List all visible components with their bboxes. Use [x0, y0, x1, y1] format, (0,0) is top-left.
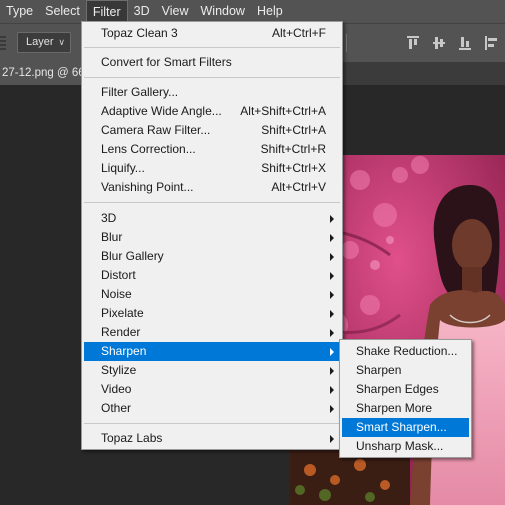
menu-item-distort[interactable]: Distort	[84, 266, 340, 285]
align-top-icon[interactable]	[401, 32, 427, 54]
menu-item-label: Pixelate	[101, 306, 144, 320]
menu-item-topaz-clean-3[interactable]: Topaz Clean 3 Alt+Ctrl+F	[84, 24, 340, 43]
menu-item-blur-gallery[interactable]: Blur Gallery	[84, 247, 340, 266]
sharpen-submenu: Shake Reduction... Sharpen Sharpen Edges…	[339, 339, 472, 458]
menu-item-vanishing-point[interactable]: Vanishing Point... Alt+Ctrl+V	[84, 178, 340, 197]
menu-item-filter-gallery[interactable]: Filter Gallery...	[84, 83, 340, 102]
menu-item-label: Topaz Clean 3	[101, 26, 178, 40]
submenu-arrow-icon	[330, 348, 334, 356]
align-left-icon[interactable]	[479, 32, 505, 54]
align-buttons	[401, 32, 505, 54]
menu-item-shortcut: Alt+Ctrl+V	[271, 180, 326, 194]
align-vertical-center-icon[interactable]	[427, 32, 453, 54]
menu-item-stylize[interactable]: Stylize	[84, 361, 340, 380]
submenu-arrow-icon	[330, 234, 334, 242]
menu-item-label: Camera Raw Filter...	[101, 123, 211, 137]
menu-item-3d[interactable]: 3D	[84, 209, 340, 228]
submenu-item-shake-reduction[interactable]: Shake Reduction...	[342, 342, 469, 361]
submenu-arrow-icon	[330, 435, 334, 443]
menu-3d[interactable]: 3D	[128, 0, 156, 23]
menu-item-other[interactable]: Other	[84, 399, 340, 418]
menu-item-video[interactable]: Video	[84, 380, 340, 399]
filter-menu: Topaz Clean 3 Alt+Ctrl+F Convert for Sma…	[81, 21, 343, 450]
menu-divider	[84, 47, 340, 48]
menu-item-label: Blur Gallery	[101, 249, 164, 263]
menu-help[interactable]: Help	[251, 0, 289, 23]
menu-item-pixelate[interactable]: Pixelate	[84, 304, 340, 323]
align-bottom-icon[interactable]	[453, 32, 479, 54]
menu-item-label: Lens Correction...	[101, 142, 196, 156]
menu-item-shortcut: Shift+Ctrl+R	[260, 142, 326, 156]
submenu-arrow-icon	[330, 310, 334, 318]
submenu-arrow-icon	[330, 329, 334, 337]
menu-bar: Type Select Filter 3D View Window Help	[0, 0, 505, 23]
menu-view[interactable]: View	[156, 0, 195, 23]
menu-item-render[interactable]: Render	[84, 323, 340, 342]
menu-type[interactable]: Type	[0, 0, 39, 23]
submenu-arrow-icon	[330, 272, 334, 280]
chevron-down-icon: ∨	[58, 37, 65, 47]
menu-item-label: Vanishing Point...	[101, 180, 194, 194]
menu-item-label: Sharpen Edges	[356, 382, 439, 396]
divider	[346, 34, 347, 52]
menu-divider	[84, 423, 340, 424]
menu-item-label: Other	[101, 401, 132, 415]
menu-item-label: Noise	[101, 287, 132, 301]
submenu-arrow-icon	[330, 386, 334, 394]
submenu-arrow-icon	[330, 253, 334, 261]
submenu-arrow-icon	[330, 367, 334, 375]
menu-item-shortcut: Alt+Ctrl+F	[271, 26, 326, 40]
menu-item-label: Distort	[101, 268, 136, 282]
menu-item-noise[interactable]: Noise	[84, 285, 340, 304]
menu-item-label: Shake Reduction...	[356, 344, 458, 358]
menu-item-label: Stylize	[101, 363, 137, 377]
menu-item-label: Blur	[101, 230, 123, 244]
auto-select-dropdown[interactable]: Layer ∨	[17, 32, 71, 53]
menu-item-label: Sharpen More	[356, 401, 433, 415]
menu-item-shortcut: Alt+Shift+Ctrl+A	[240, 104, 326, 118]
auto-select-value: Layer	[26, 36, 54, 48]
submenu-item-smart-sharpen[interactable]: Smart Sharpen...	[342, 418, 469, 437]
menu-item-label: Topaz Labs	[101, 431, 163, 445]
menu-item-camera-raw-filter[interactable]: Camera Raw Filter... Shift+Ctrl+A	[84, 121, 340, 140]
menu-item-adaptive-wide-angle[interactable]: Adaptive Wide Angle... Alt+Shift+Ctrl+A	[84, 102, 340, 121]
menu-item-label: Convert for Smart Filters	[101, 55, 232, 69]
submenu-item-sharpen-edges[interactable]: Sharpen Edges	[342, 380, 469, 399]
menu-filter[interactable]: Filter	[85, 0, 128, 23]
document-tab[interactable]: 27-12.png @ 66	[0, 62, 83, 85]
menu-item-label: Filter Gallery...	[101, 85, 179, 99]
menu-item-sharpen[interactable]: Sharpen	[84, 342, 340, 361]
menu-item-label: Video	[101, 382, 132, 396]
menu-item-liquify[interactable]: Liquify... Shift+Ctrl+X	[84, 159, 340, 178]
grip-handle[interactable]	[0, 36, 6, 50]
menu-item-label: Adaptive Wide Angle...	[101, 104, 222, 118]
menu-item-shortcut: Shift+Ctrl+X	[261, 161, 326, 175]
menu-item-label: Sharpen	[101, 344, 147, 358]
menu-item-label: Smart Sharpen...	[356, 420, 447, 434]
menu-item-label: 3D	[101, 211, 117, 225]
submenu-item-unsharp-mask[interactable]: Unsharp Mask...	[342, 437, 469, 456]
menu-item-blur[interactable]: Blur	[84, 228, 340, 247]
menu-window[interactable]: Window	[195, 0, 251, 23]
menu-divider	[84, 202, 340, 203]
menu-item-topaz-labs[interactable]: Topaz Labs	[84, 429, 340, 448]
menu-item-label: Sharpen	[356, 363, 402, 377]
submenu-item-sharpen-more[interactable]: Sharpen More	[342, 399, 469, 418]
menu-item-shortcut: Shift+Ctrl+A	[261, 123, 326, 137]
submenu-item-sharpen[interactable]: Sharpen	[342, 361, 469, 380]
menu-item-convert-smart-filters[interactable]: Convert for Smart Filters	[84, 53, 340, 72]
menu-item-label: Liquify...	[101, 161, 145, 175]
menu-item-label: Unsharp Mask...	[356, 439, 444, 453]
submenu-arrow-icon	[330, 291, 334, 299]
menu-divider	[84, 77, 340, 78]
submenu-arrow-icon	[330, 405, 334, 413]
menu-item-lens-correction[interactable]: Lens Correction... Shift+Ctrl+R	[84, 140, 340, 159]
menu-select[interactable]: Select	[39, 0, 86, 23]
menu-item-label: Render	[101, 325, 141, 339]
submenu-arrow-icon	[330, 215, 334, 223]
